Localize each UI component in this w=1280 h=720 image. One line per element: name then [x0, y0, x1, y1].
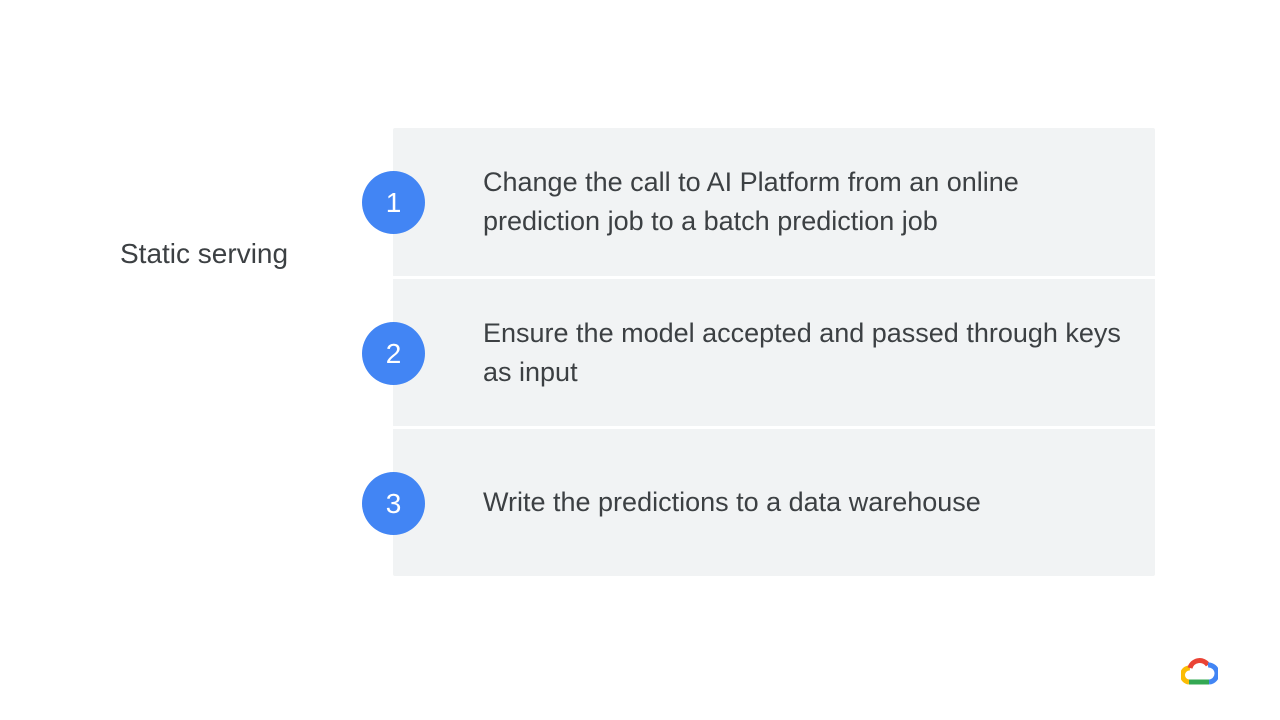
step-panel-3: 3 Write the predictions to a data wareho… — [362, 429, 1155, 576]
step-text-2: Ensure the model accepted and passed thr… — [483, 317, 1121, 387]
google-cloud-logo-icon — [1180, 656, 1220, 686]
step-text-3: Write the predictions to a data warehous… — [483, 487, 981, 517]
step-number-badge-2: 2 — [362, 322, 425, 385]
step-number-badge-1: 1 — [362, 171, 425, 234]
step-text-1: Change the call to AI Platform from an o… — [483, 167, 1019, 236]
step-number-badge-3: 3 — [362, 472, 425, 535]
step-panel-1: 1 Change the call to AI Platform from an… — [362, 128, 1155, 276]
steps-list: 1 Change the call to AI Platform from an… — [362, 128, 1155, 576]
step-panel-2: 2 Ensure the model accepted and passed t… — [362, 279, 1155, 426]
slide-label: Static serving — [120, 238, 289, 269]
